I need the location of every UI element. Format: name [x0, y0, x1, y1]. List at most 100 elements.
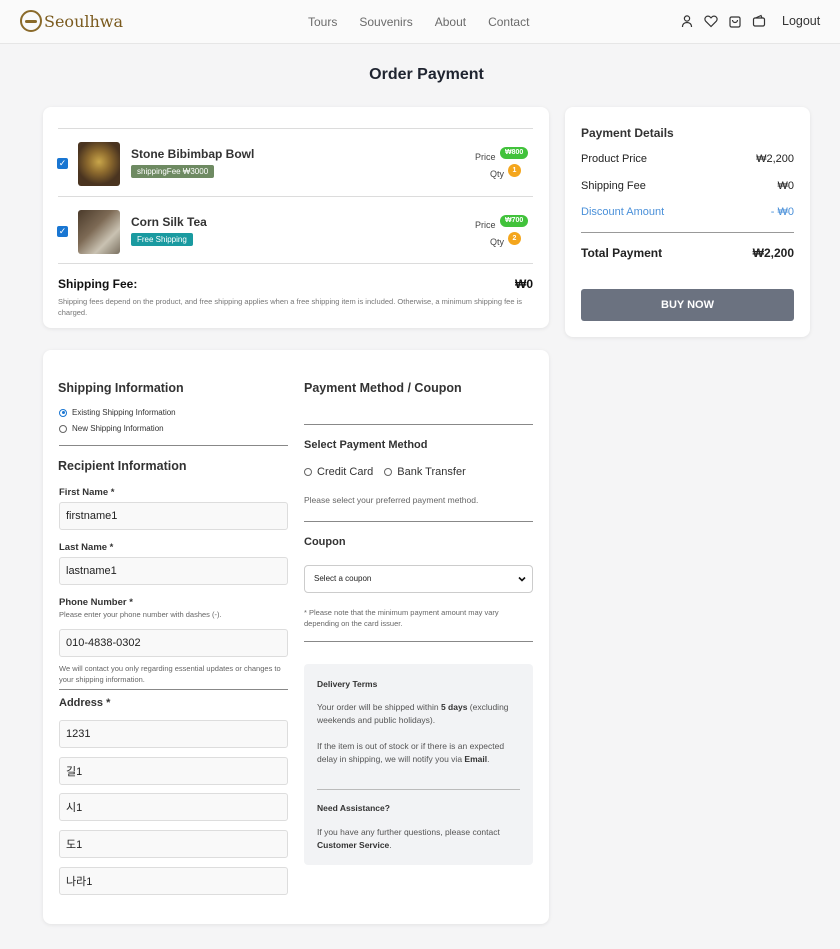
first-name-input[interactable] — [59, 502, 288, 530]
discount-value: - ₩0 — [770, 206, 794, 218]
shipping-fee-tag: shippingFee ₩3000 — [131, 165, 215, 178]
divider — [317, 789, 520, 790]
contact-note: We will contact you only regarding essen… — [59, 664, 281, 684]
price-label: Price — [475, 152, 496, 162]
product-name: Corn Silk Tea — [131, 215, 207, 229]
address-line-3-input[interactable] — [59, 793, 288, 821]
need-assistance-text: If you have any further questions, pleas… — [317, 827, 500, 850]
divider — [304, 521, 533, 522]
divider — [59, 445, 288, 446]
address-line-5-input[interactable] — [59, 867, 288, 895]
shipping-fee-label: Shipping Fee — [581, 180, 646, 192]
delivery-terms-title: Delivery Terms — [317, 679, 378, 689]
coupon-title: Coupon — [304, 536, 346, 548]
new-shipping-label: New Shipping Information — [72, 424, 164, 433]
address-label: Address * — [59, 697, 111, 709]
product-thumbnail — [78, 210, 120, 254]
product-thumbnail — [78, 142, 120, 186]
recipient-info-title: Recipient Information — [58, 459, 187, 473]
coupon-note: * Please note that the minimum payment a… — [304, 608, 499, 628]
item-checkbox[interactable]: ✓ — [57, 226, 68, 237]
shipping-fee-label: Shipping Fee: — [58, 277, 138, 291]
coupon-select[interactable]: Select a coupon — [304, 565, 533, 593]
need-assistance-title: Need Assistance? — [317, 803, 390, 813]
qty-label: Qty — [490, 169, 505, 179]
divider — [58, 263, 533, 264]
payment-details-card: Payment Details Product Price ₩2,200 Shi… — [565, 107, 810, 337]
order-item: ✓ Corn Silk Tea Free Shipping Price ₩700… — [57, 208, 533, 256]
discount-label: Discount Amount — [581, 206, 665, 218]
user-icon[interactable] — [680, 14, 694, 28]
price-label: Price — [475, 220, 496, 230]
existing-shipping-label: Existing Shipping Information — [72, 408, 176, 417]
product-price-value: ₩2,200 — [756, 153, 794, 165]
payment-method-coupon-title: Payment Method / Coupon — [304, 381, 462, 395]
total-label: Total Payment — [581, 246, 663, 260]
free-shipping-tag: Free Shipping — [131, 233, 193, 246]
radio-unselected[interactable] — [59, 424, 67, 433]
nav-links: Tours Souvenirs About Contact — [308, 15, 529, 29]
order-items-card: ✓ Stone Bibimbap Bowl shippingFee ₩3000 … — [43, 107, 549, 328]
divider — [58, 128, 533, 129]
address-line-2-input[interactable] — [59, 757, 288, 785]
nav-link-about[interactable]: About — [435, 15, 466, 29]
logout-link[interactable]: Logout — [782, 14, 820, 28]
address-line-1-input[interactable] — [59, 720, 288, 748]
phone-input[interactable] — [59, 629, 288, 657]
divider — [58, 196, 533, 197]
product-name: Stone Bibimbap Bowl — [131, 147, 255, 161]
divider — [304, 641, 533, 642]
page-title: Order Payment — [369, 66, 484, 83]
brand-logo[interactable]: Seoulhwa — [20, 10, 123, 32]
delivery-terms-text-2: If the item is out of stock or if there … — [317, 741, 505, 764]
address-line-4-input[interactable] — [59, 830, 288, 858]
product-price-label: Product Price — [581, 153, 648, 165]
shipping-fee-value: ₩0 — [777, 180, 795, 192]
credit-card-label[interactable]: Credit Card — [317, 466, 373, 478]
payment-details-title: Payment Details — [581, 126, 674, 140]
wallet-icon[interactable] — [752, 14, 766, 28]
last-name-input[interactable] — [59, 557, 288, 585]
shipping-fee-note: Shipping fees depend on the product, and… — [58, 297, 523, 317]
shipping-fee-value: ₩0 — [515, 277, 533, 291]
coupon-select-value: Select a coupon — [314, 574, 372, 583]
logo-mark-icon — [20, 10, 42, 32]
qty-label: Qty — [490, 237, 505, 247]
price-badge: ₩700 — [500, 215, 529, 227]
nav-actions: Logout — [680, 14, 820, 28]
top-navbar: Seoulhwa Tours Souvenirs About Contact L… — [0, 0, 840, 44]
bank-transfer-label[interactable]: Bank Transfer — [397, 466, 465, 478]
divider — [581, 232, 794, 233]
existing-shipping-option[interactable]: Existing Shipping Information — [59, 408, 176, 417]
heart-icon[interactable] — [704, 14, 718, 28]
checkout-form-card: Shipping Information Existing Shipping I… — [43, 350, 549, 924]
delivery-terms-box: Delivery Terms Your order will be shippe… — [304, 664, 533, 865]
radio-selected[interactable] — [59, 408, 67, 417]
cart-icon[interactable] — [728, 14, 742, 28]
total-value: ₩2,200 — [752, 246, 794, 260]
bank-transfer-radio[interactable] — [384, 468, 393, 476]
item-checkbox[interactable]: ✓ — [57, 158, 68, 169]
phone-label: Phone Number * — [59, 597, 133, 608]
first-name-label: First Name * — [59, 487, 115, 498]
order-item: ✓ Stone Bibimbap Bowl shippingFee ₩3000 … — [57, 140, 533, 188]
select-payment-method-title: Select Payment Method — [304, 439, 428, 451]
nav-link-tours[interactable]: Tours — [308, 15, 337, 29]
new-shipping-option[interactable]: New Shipping Information — [59, 424, 164, 433]
credit-card-radio[interactable] — [304, 468, 312, 476]
chevron-down-icon — [518, 576, 526, 582]
payment-method-hint: Please select your preferred payment met… — [304, 495, 479, 505]
phone-hint: Please enter your phone number with dash… — [59, 610, 222, 619]
brand-name: Seoulhwa — [44, 11, 124, 31]
buy-now-button[interactable]: BUY NOW — [581, 289, 794, 321]
last-name-label: Last Name * — [59, 542, 114, 553]
nav-link-souvenirs[interactable]: Souvenirs — [359, 15, 412, 29]
customer-service-link[interactable]: Customer Service — [317, 840, 389, 850]
delivery-terms-text-1: Your order will be shipped within 5 days… — [317, 702, 509, 725]
qty-badge: 2 — [508, 232, 521, 245]
total-row: Total Payment ₩2,200 — [581, 246, 794, 260]
shipping-fee-row: Shipping Fee ₩0 — [581, 180, 794, 192]
qty-badge: 1 — [508, 164, 521, 177]
nav-link-contact[interactable]: Contact — [488, 15, 529, 29]
price-badge: ₩800 — [500, 147, 529, 159]
